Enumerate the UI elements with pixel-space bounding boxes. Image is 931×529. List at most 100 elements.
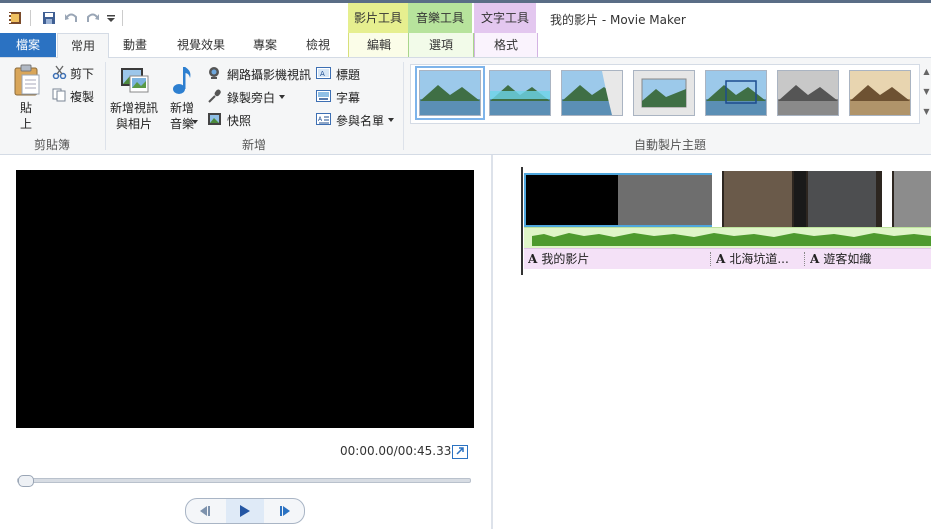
narration-label: 錄製旁白 [227,91,276,105]
snapshot-label: 快照 [227,114,252,128]
webcam-video-button[interactable]: 網路攝影機視訊 [207,65,313,83]
time-readout: 00:00.00/00:45.33 [340,444,452,458]
snapshot-button[interactable]: 快照 [207,111,267,129]
customize-qat-icon[interactable] [106,11,116,25]
seek-thumb[interactable] [18,475,34,487]
svg-text:A: A [320,70,325,78]
title-icon: A [316,67,331,79]
theme-default[interactable] [415,66,485,120]
theme-pan-zoom[interactable] [705,70,767,116]
caption-divider [804,252,805,266]
paste-button[interactable]: 貼上 [8,60,46,132]
add-group-label: 新增 [241,138,266,152]
next-frame-icon [280,506,290,516]
save-icon[interactable] [42,11,56,25]
clip-title-card[interactable] [524,173,714,227]
caption-item[interactable]: A 遊客如織 [810,249,930,269]
caption-button[interactable]: 字幕 [316,88,376,106]
cut-icon [52,65,67,79]
ribbon: 貼上 剪下 複製 剪貼簿 新增視訊與相片 新增音樂 網路攝影機視訊 錄製旁白 快… [0,58,931,155]
add-video-icon [121,68,149,93]
play-icon [240,505,250,517]
theme-black-white[interactable] [777,70,839,116]
qat-separator-2 [122,10,123,26]
popout-icon[interactable] [452,445,468,459]
tab-file[interactable]: 檔案 [0,33,56,57]
theme-sepia[interactable] [849,70,911,116]
music-tools-header: 音樂工具 [408,3,472,33]
video-frame [724,171,792,227]
title-button[interactable]: A 標題 [316,65,376,83]
copy-button[interactable]: 複製 [52,87,100,105]
cut-button[interactable]: 剪下 [52,64,100,82]
chevron-down-icon [192,120,198,124]
redo-icon[interactable] [86,11,100,25]
play-button[interactable] [226,499,264,523]
audio-waveform [532,233,931,246]
chevron-down-icon [279,95,285,99]
webcam-icon [209,67,219,79]
paste-icon [14,64,40,96]
pane-divider[interactable] [491,155,493,529]
playhead-cursor[interactable] [521,167,523,275]
previous-frame-button[interactable] [186,499,224,523]
add-music-label: 新增音樂 [169,101,194,131]
caption-item[interactable]: A 我的影片 [528,249,708,269]
tab-visual-effects[interactable]: 視覺效果 [168,33,234,57]
credits-label: 參與名單 [336,114,385,128]
gallery-scroll-up[interactable]: ▲ [921,67,931,76]
themes-group-label: 自動製片主題 [633,138,706,152]
add-music-button[interactable]: 新增音樂 [164,60,200,132]
theme-cinematic[interactable] [561,70,623,116]
microphone-icon [208,89,221,103]
add-video-photo-button[interactable]: 新增視訊與相片 [108,60,160,132]
tab-options[interactable]: 選項 [408,33,474,57]
video-preview[interactable] [16,170,474,428]
text-tools-header: 文字工具 [474,3,536,33]
tab-project[interactable]: 專案 [244,33,286,57]
clip-tunnel-video[interactable] [712,171,931,227]
music-track[interactable] [524,227,931,248]
gallery-expand[interactable]: ▼ [921,107,931,116]
preview-pane: 00:00.00/00:45.33 [0,155,491,529]
add-music-icon [173,67,191,94]
caption-track: A 我的影片 A 北海坑道... A 遊客如織 [524,248,931,269]
tab-home[interactable]: 常用 [57,33,109,59]
copy-icon [52,88,66,102]
paste-label: 貼上 [20,101,33,131]
caption-label: 字幕 [336,91,361,105]
chevron-down-icon [388,118,394,122]
theme-fade[interactable] [633,70,695,116]
undo-icon[interactable] [64,11,78,25]
title-label: 標題 [336,68,361,82]
gallery-scroll-down[interactable]: ▼ [921,87,931,96]
storyboard: A 我的影片 A 北海坑道... A 遊客如織 [521,167,931,275]
caption-divider [710,252,711,266]
ribbon-separator [403,62,404,150]
tab-animations[interactable]: 動畫 [112,33,158,57]
cut-label: 剪下 [70,67,95,81]
tab-view[interactable]: 檢視 [298,33,338,57]
credits-icon: A [316,113,331,125]
ribbon-tab-row: 檔案 常用 動畫 視覺效果 專案 檢視 編輯 選項 格式 [0,33,931,59]
video-tools-header: 影片工具 [348,3,408,33]
clipboard-group-label: 剪貼簿 [33,138,70,152]
video-frame [894,171,931,227]
playback-controls [185,498,305,524]
prev-frame-icon [200,506,210,516]
copy-label: 複製 [70,90,95,104]
video-frame [808,171,876,227]
tab-edit[interactable]: 編輯 [348,33,410,57]
caption-item[interactable]: A 北海坑道... [716,249,802,269]
clip-frame-black [526,175,618,225]
tab-format[interactable]: 格式 [474,33,538,57]
credits-button[interactable]: A 參與名單 [316,111,400,129]
caption-icon [316,90,331,102]
app-icon[interactable] [8,11,22,25]
add-video-label: 新增視訊與相片 [110,101,159,131]
record-narration-button[interactable]: 錄製旁白 [207,88,291,106]
theme-contemporary[interactable] [489,70,551,116]
seek-bar[interactable] [17,475,471,487]
next-frame-button[interactable] [266,499,304,523]
webcam-label: 網路攝影機視訊 [227,68,312,82]
